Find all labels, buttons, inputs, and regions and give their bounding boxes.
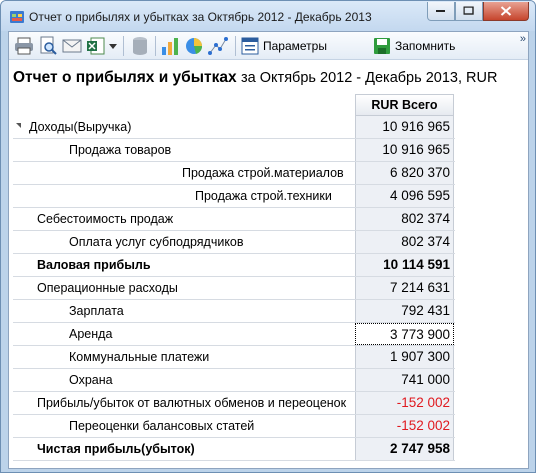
table-row[interactable]: Валовая прибыль 10 114 591 [13,254,455,277]
pie-chart-icon [186,38,203,54]
toolbar: Параметры Запомнить » [9,32,528,60]
email-button[interactable] [61,35,83,57]
table-row[interactable]: Продажа товаров 10 916 965 [13,139,455,162]
print-preview-button[interactable] [37,35,59,57]
row-value[interactable]: 792 431 [355,300,454,322]
save-icon [374,38,390,54]
row-label: Продажа строй.техники [195,189,332,203]
table-row[interactable]: Оплата услуг субподрядчиков 802 374 [13,231,455,254]
row-label: Охрана [69,373,113,387]
row-label: Доходы(Выручка) [29,120,132,134]
row-label: Чистая прибыль(убыток) [37,442,195,456]
table-row[interactable]: Зарплата 792 431 [13,300,455,323]
table-row[interactable]: Прибыль/убыток от валютных обменов и пер… [13,392,455,415]
report-title: Отчет о прибылях и убытках за Октябрь 20… [13,69,497,87]
minimize-button[interactable] [427,2,455,21]
row-label: Себестоимость продаж [37,212,174,226]
print-preview-icon [40,36,57,55]
export-dropdown-button[interactable] [107,35,119,57]
row-value[interactable]: 802 374 [355,208,454,230]
printer-icon [15,37,33,55]
table-row[interactable]: Аренда 3 773 900 [13,323,455,346]
row-label: Зарплата [69,304,124,318]
app-window: Отчет о прибылях и убытках за Октябрь 20… [0,0,536,473]
row-value[interactable]: 6 820 370 [355,162,454,184]
report-title-main: Отчет о прибылях и убытках [13,69,237,86]
table-row[interactable]: Переоценки балансовых статей -152 002 [13,415,455,438]
row-value[interactable]: 802 374 [355,231,454,253]
row-label: Продажа строй.материалов [182,166,344,180]
bar-chart-icon [162,38,178,55]
row-value[interactable]: 4 096 595 [355,185,454,207]
table-row[interactable]: Себестоимость продаж 802 374 [13,208,455,231]
bar-chart-button[interactable] [159,35,181,57]
table-row[interactable]: Коммунальные платежи 1 907 300 [13,346,455,369]
table-row[interactable]: Продажа строй.техники 4 096 595 [13,185,455,208]
collapse-icon[interactable] [16,123,21,128]
export-excel-button[interactable] [85,35,107,57]
save-button[interactable]: Запомнить [373,35,455,57]
row-value[interactable]: 7 214 631 [355,277,454,299]
client-area: Параметры Запомнить » Отчет о прибылях и… [8,31,529,469]
chevron-down-icon [109,43,117,49]
row-value[interactable]: 1 907 300 [355,346,454,368]
print-button[interactable] [13,35,35,57]
save-label: Запомнить [395,39,456,53]
database-icon [133,37,147,55]
close-icon [500,6,512,16]
row-label: Коммунальные платежи [69,350,210,364]
pie-chart-button[interactable] [183,35,205,57]
window-controls [427,2,529,21]
maximize-icon [463,6,474,15]
row-label: Продажа товаров [69,143,172,157]
row-value-selected[interactable]: 3 773 900 [355,323,454,345]
table-row[interactable]: Операционные расходы 7 214 631 [13,277,455,300]
scatter-chart-button[interactable] [207,35,229,57]
column-header-total[interactable]: RUR Всего [355,94,454,116]
row-value[interactable]: 741 000 [355,369,454,391]
row-label: Аренда [69,327,113,341]
row-value[interactable]: -152 002 [355,392,454,414]
excel-icon [87,37,105,55]
toolbar-overflow-button[interactable]: » [520,33,526,45]
row-label: Валовая прибыль [37,258,151,272]
close-button[interactable] [483,2,529,21]
row-value[interactable]: 10 114 591 [355,254,454,276]
table-row[interactable]: Доходы(Выручка) 10 916 965 [13,116,455,139]
row-value[interactable]: 10 916 965 [355,116,454,138]
params-button[interactable]: Параметры [241,35,327,57]
envelope-icon [62,39,82,53]
table-row[interactable]: Охрана 741 000 [13,369,455,392]
toolbar-separator [123,36,124,56]
scatter-chart-icon [208,37,228,55]
row-value[interactable]: 10 916 965 [355,139,454,161]
row-value[interactable]: 2 747 958 [355,438,454,460]
row-label: Прибыль/убыток от валютных обменов и пер… [37,396,347,410]
title-bar[interactable]: Отчет о прибылях и убытках за Октябрь 20… [1,1,535,31]
toolbar-separator [235,36,236,56]
maximize-button[interactable] [455,2,483,21]
database-button[interactable] [129,35,151,57]
toolbar-separator [155,36,156,56]
params-icon [241,37,259,55]
table-row[interactable]: Продажа строй.материалов 6 820 370 [13,162,455,185]
table-row[interactable]: Чистая прибыль(убыток) 2 747 958 [13,438,455,461]
row-label: Оплата услуг субподрядчиков [69,235,244,249]
row-label: Переоценки балансовых статей [69,419,255,433]
app-icon [10,11,24,23]
minimize-icon [436,10,445,12]
report-title-period: за Октябрь 2012 - Декабрь 2013, RUR [241,70,498,86]
row-value[interactable]: -152 002 [355,415,454,437]
params-label: Параметры [263,39,327,53]
row-label: Операционные расходы [37,281,178,295]
window-title: Отчет о прибылях и убытках за Октябрь 20… [29,10,372,24]
